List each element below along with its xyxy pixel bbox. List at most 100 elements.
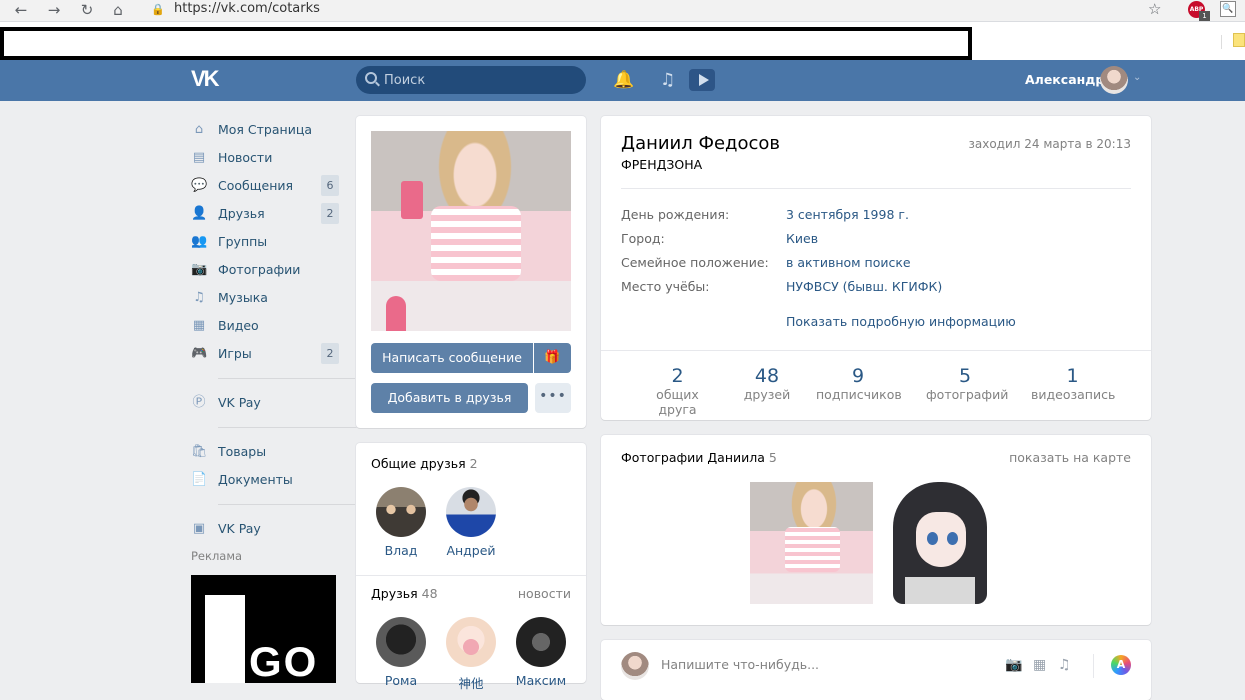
info-value[interactable]: НУФВСУ (бывш. КГИФК) bbox=[786, 279, 942, 294]
sidebar-item-news[interactable]: ▤ Новости bbox=[191, 144, 341, 172]
film-icon: ▦ bbox=[192, 318, 206, 333]
sidebar-item-my-page[interactable]: ⌂ Моя Страница bbox=[191, 116, 341, 144]
shopping-bag-icon: 🛍 bbox=[191, 444, 208, 459]
info-label: Семейное положение: bbox=[621, 255, 769, 270]
add-friend-button[interactable]: Добавить в друзья bbox=[371, 383, 528, 413]
friend-item[interactable]: Андрей bbox=[441, 487, 501, 558]
info-row-relationship: Семейное положение: в активном поиске bbox=[621, 255, 1131, 275]
home-icon[interactable]: ⌂ bbox=[108, 1, 128, 19]
info-value[interactable]: 3 сентября 1998 г. bbox=[786, 207, 909, 222]
sidebar-item-documents[interactable]: 📄 Документы bbox=[191, 466, 341, 494]
sidebar-item-games[interactable]: 🎮 Игры 2 bbox=[191, 340, 341, 368]
sidebar-item-groups[interactable]: 👥 Группы bbox=[191, 228, 341, 256]
bookmark-star-icon[interactable]: ☆ bbox=[1148, 0, 1161, 18]
gamepad-icon: 🎮 bbox=[191, 346, 208, 361]
sidebar-item-label: Игры bbox=[218, 346, 252, 361]
lock-icon: 🔒 bbox=[151, 3, 165, 16]
friend-item[interactable]: 神他 bbox=[441, 617, 501, 692]
search-extension-icon[interactable]: 🔍 bbox=[1220, 1, 1236, 17]
counter-followers[interactable]: 9 подписчиков bbox=[816, 365, 902, 402]
apps-icon: ▣ bbox=[192, 521, 206, 536]
address-bar[interactable]: 🔒 https://vk.com/cotarks bbox=[143, 0, 1173, 18]
url-text[interactable]: https://vk.com/cotarks bbox=[174, 0, 320, 17]
info-value[interactable]: в активном поиске bbox=[786, 255, 911, 270]
friends-card: Общие друзья 2 Влад Андрей Друзья 48 новос… bbox=[356, 443, 586, 691]
music-icon[interactable]: ♫ bbox=[1058, 657, 1071, 673]
write-message-button[interactable]: Написать сообщение bbox=[371, 343, 533, 373]
friends-title[interactable]: Друзья 48 bbox=[371, 586, 438, 601]
sidebar-item-label: Группы bbox=[218, 234, 268, 249]
sidebar-item-music[interactable]: ♫ Музыка bbox=[191, 284, 341, 312]
avatar bbox=[446, 487, 496, 537]
search-icon bbox=[365, 72, 377, 84]
document-icon: 📄 bbox=[191, 472, 208, 487]
vk-logo[interactable]: VK bbox=[191, 67, 225, 91]
sidebar-item-label: Новости bbox=[218, 150, 273, 165]
counter-mutual[interactable]: 2 общих друга bbox=[639, 366, 716, 417]
avatar[interactable] bbox=[1100, 66, 1128, 94]
friend-item[interactable]: Максим bbox=[511, 617, 571, 688]
mutual-friends-label: Общие друзья bbox=[371, 456, 466, 471]
sidebar-item-friends[interactable]: 👤 Друзья 2 bbox=[191, 200, 341, 228]
friends-count-badge: 2 bbox=[321, 203, 339, 224]
counter-number: 5 bbox=[958, 365, 972, 387]
sidebar-item-video[interactable]: ▦ Видео bbox=[191, 312, 341, 340]
video-icon[interactable]: ▦ bbox=[1033, 657, 1046, 673]
ad-banner[interactable]: GO bbox=[191, 575, 336, 683]
news-icon: ▤ bbox=[192, 150, 206, 165]
sidebar-item-photos[interactable]: 📷 Фотографии bbox=[191, 256, 341, 284]
counter-videos[interactable]: 1 видеозапись bbox=[1031, 366, 1116, 402]
sidebar-item-label: Фотографии bbox=[218, 262, 301, 277]
show-on-map-link[interactable]: показать на карте bbox=[1009, 450, 1131, 465]
more-actions-icon[interactable]: ••• bbox=[535, 383, 571, 413]
menu-divider bbox=[218, 378, 361, 379]
sidebar-item-label: Видео bbox=[218, 318, 259, 333]
search-input[interactable] bbox=[384, 71, 574, 89]
info-label: Город: bbox=[621, 231, 665, 246]
chevron-down-icon[interactable]: ⌄ bbox=[1133, 72, 1141, 83]
art-icon[interactable]: A bbox=[1111, 655, 1131, 675]
photo-thumbnail[interactable] bbox=[750, 482, 873, 604]
friend-item[interactable]: Влад bbox=[371, 487, 431, 558]
forward-icon[interactable]: → bbox=[44, 1, 64, 19]
player-play-icon[interactable] bbox=[689, 69, 715, 91]
friends-news-link[interactable]: новости bbox=[518, 586, 571, 601]
bell-icon[interactable]: 🔔 bbox=[613, 69, 634, 91]
sidebar-item-label: Сообщения bbox=[218, 178, 294, 193]
counter-photos[interactable]: 5 фотографий bbox=[926, 365, 1008, 402]
counter-number: 9 bbox=[851, 365, 865, 387]
avatar bbox=[516, 617, 566, 667]
post-composer: 📷 ▦ ♫ A bbox=[601, 640, 1151, 700]
camera-icon[interactable]: 📷 bbox=[1005, 657, 1022, 673]
sidebar-item-messages[interactable]: 💬 Сообщения 6 bbox=[191, 172, 341, 200]
header-user-name[interactable]: Александр bbox=[1025, 72, 1104, 87]
redaction-box bbox=[0, 27, 972, 60]
friend-name: Рома bbox=[384, 673, 418, 688]
search-box[interactable] bbox=[356, 66, 586, 94]
show-more-info-link[interactable]: Показать подробную информацию bbox=[786, 314, 1016, 329]
avatar bbox=[446, 617, 496, 667]
adblock-badge: 1 bbox=[1199, 11, 1210, 21]
friend-item[interactable]: Рома bbox=[371, 617, 431, 688]
avatar bbox=[376, 487, 426, 537]
browser-toolbar: ← → ↻ ⌂ 🔒 https://vk.com/cotarks ☆ ABP 1… bbox=[0, 0, 1245, 22]
photos-label: Фотографии Даниила bbox=[621, 450, 765, 465]
photos-title[interactable]: Фотографии Даниила 5 bbox=[621, 450, 777, 465]
mutual-friends-title[interactable]: Общие друзья 2 bbox=[371, 456, 478, 471]
sidebar-item-goods[interactable]: 🛍 Товары bbox=[191, 438, 341, 466]
counter-label: видеозапись bbox=[1031, 387, 1116, 402]
counter-friends[interactable]: 48 друзей bbox=[741, 366, 793, 402]
reload-icon[interactable]: ↻ bbox=[77, 1, 97, 19]
music-icon[interactable]: ♫ bbox=[660, 69, 675, 91]
counter-label: друзей bbox=[743, 387, 791, 402]
back-icon[interactable]: ← bbox=[11, 1, 31, 19]
photo-thumbnail[interactable] bbox=[883, 482, 997, 604]
post-input[interactable] bbox=[661, 657, 961, 672]
folder-icon[interactable] bbox=[1233, 33, 1245, 47]
sidebar-item-apps-vkpay[interactable]: ▣ VK Pay bbox=[191, 515, 341, 543]
profile-photo[interactable] bbox=[371, 131, 571, 331]
info-value[interactable]: Киев bbox=[786, 231, 818, 246]
sidebar-item-vkpay[interactable]: Ⓟ VK Pay bbox=[191, 389, 341, 417]
profile-photo-card: Написать сообщение 🎁 Добавить в друзья •… bbox=[356, 116, 586, 428]
gift-icon[interactable]: 🎁 bbox=[534, 343, 571, 373]
